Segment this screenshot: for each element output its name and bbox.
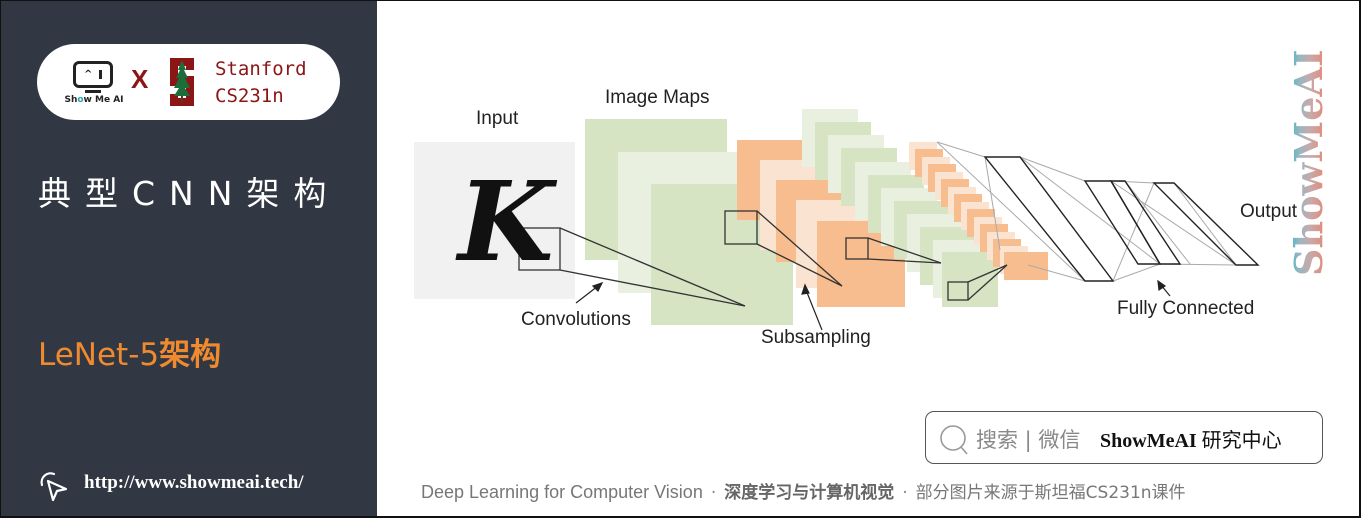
showmeai-monitor-icon: ^ (73, 61, 113, 88)
course-name-cn: 深度学习与计算机视觉 (724, 483, 895, 503)
convolutions-label: Convolutions (521, 309, 631, 330)
stanford-s-tree-icon (170, 58, 194, 106)
separator: · (902, 483, 908, 503)
monitor-stand (85, 90, 101, 93)
fc-layer-output (1152, 182, 1260, 266)
fc-layer-f6 (1083, 180, 1162, 265)
stanford-course-text: Stanford CS231n (215, 56, 307, 110)
input-glyph: K (455, 157, 558, 286)
search-brand: ShowMeAI 研究中心 (1100, 428, 1282, 452)
left-panel: ^ Show Me AI X Stanford CS231n 典型CNN架构 L… (0, 0, 377, 518)
search-icon (940, 425, 968, 455)
showmeai-logo-text: Show Me AI (64, 95, 124, 105)
svg-text:ShowMeAI: ShowMeAI (1290, 49, 1330, 276)
fc-layer-f6b (1109, 180, 1182, 265)
search-box[interactable]: 搜索 | 微信 ShowMeAI 研究中心 (925, 411, 1323, 464)
image-credit: 部分图片来源于斯坦福CS231n课件 (915, 483, 1186, 503)
course-code: CS231n (215, 85, 284, 107)
search-label: 搜索 | 微信 (976, 428, 1081, 452)
logo-banner: ^ Show Me AI X Stanford CS231n (37, 44, 340, 120)
section-title: 典型CNN架构 (38, 174, 341, 213)
subsampling-label: Subsampling (761, 327, 871, 348)
image-maps-label: Image Maps (605, 87, 710, 108)
course-name-en: Deep Learning for Computer Vision (421, 482, 703, 502)
collab-x-symbol: X (131, 64, 149, 94)
website-url[interactable]: http://www.showmeai.tech/ (84, 472, 304, 494)
output-label: Output (1240, 201, 1298, 222)
cursor-click-icon (40, 472, 68, 502)
showmeai-logo: ^ Show Me AI (59, 59, 129, 109)
separator: · (710, 483, 717, 503)
lesson-subtitle: LeNet-5架构 (38, 337, 222, 373)
showmeai-watermark: ShowMeAI (1290, 49, 1330, 276)
fully-connected-label: Fully Connected (1117, 298, 1255, 319)
footer-credits: Deep Learning for Computer Vision · 深度学习与计… (421, 478, 1186, 503)
stanford-label: Stanford (215, 58, 307, 80)
input-label: Input (476, 108, 519, 129)
